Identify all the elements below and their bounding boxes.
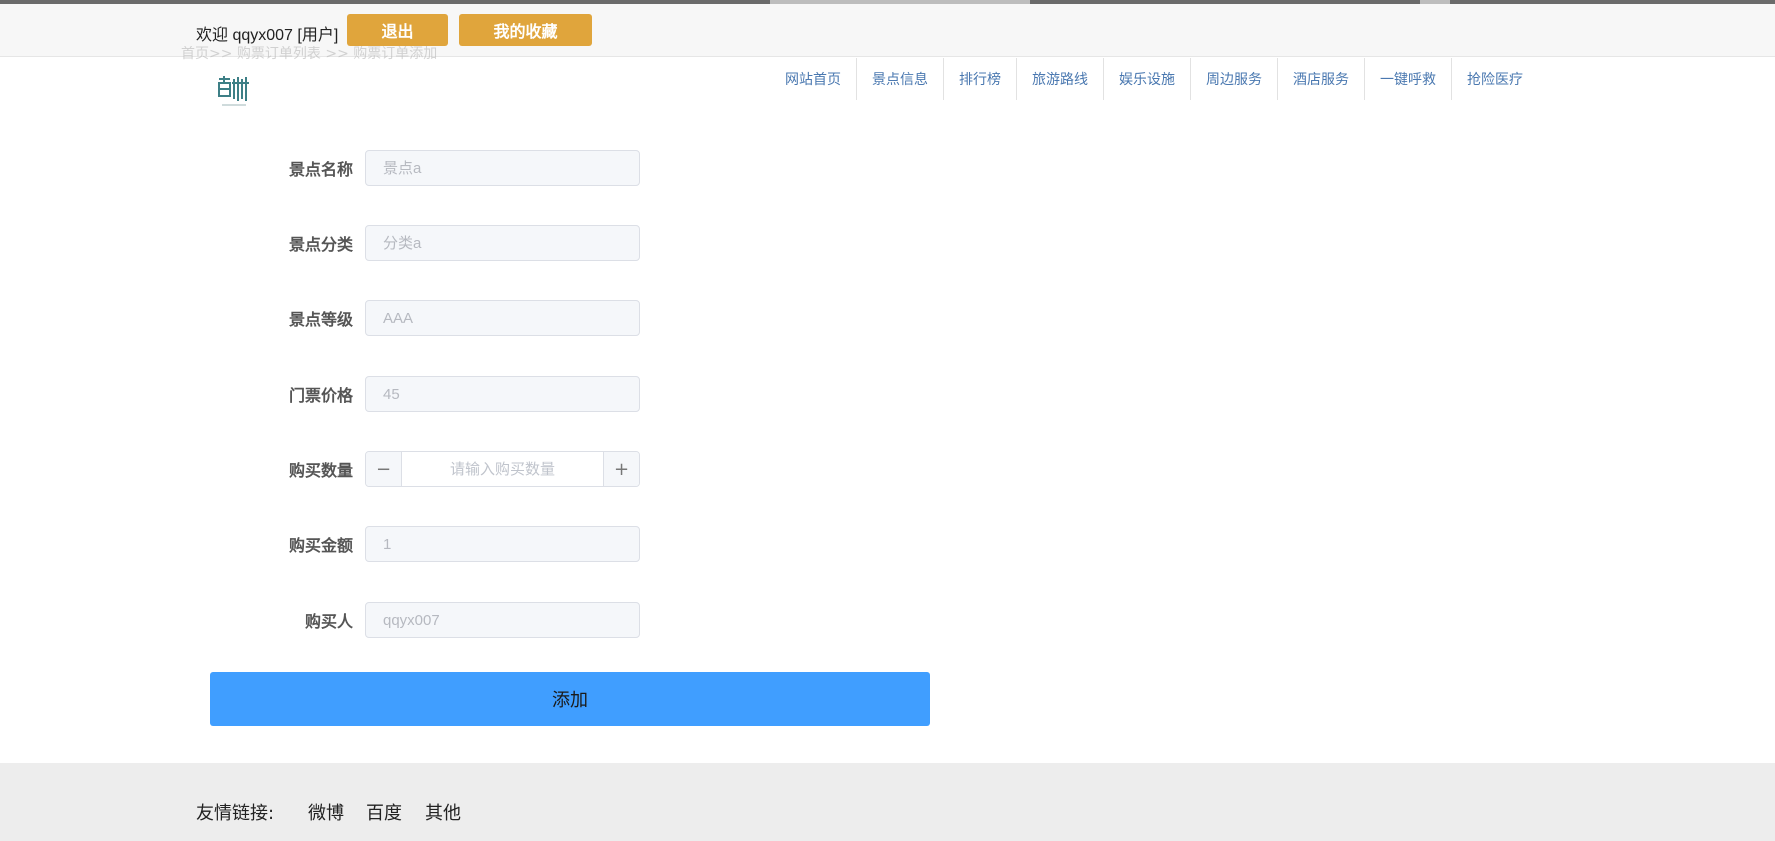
footer-link-weibo[interactable]: 微博 xyxy=(308,799,344,825)
attraction-level-input[interactable] xyxy=(365,300,640,336)
logo-icon[interactable] xyxy=(216,75,252,109)
logout-button[interactable]: 退出 xyxy=(347,14,448,46)
friend-links-label: 友情链接: xyxy=(196,803,275,824)
attraction-name-label: 景点名称 xyxy=(288,160,353,179)
buyer-label: 购买人 xyxy=(304,612,353,631)
form-row-buyer: 购买人 xyxy=(260,602,640,638)
amount-label: 购买金额 xyxy=(288,536,353,555)
quantity-label: 购买数量 xyxy=(288,461,353,480)
footer-link-baidu[interactable]: 百度 xyxy=(366,799,402,825)
amount-input[interactable] xyxy=(365,526,640,562)
increment-button[interactable]: + xyxy=(603,452,639,486)
buyer-input[interactable] xyxy=(365,602,640,638)
attraction-name-input[interactable] xyxy=(365,150,640,186)
form-row-attraction-level: 景点等级 xyxy=(260,300,640,336)
nav-item-entertainment[interactable]: 娱乐设施 xyxy=(1104,58,1191,100)
favorites-button[interactable]: 我的收藏 xyxy=(459,14,592,46)
nav-item-sos[interactable]: 一键呼救 xyxy=(1365,58,1452,100)
quantity-stepper: − + xyxy=(365,451,640,487)
attraction-category-input[interactable] xyxy=(365,225,640,261)
attraction-category-label: 景点分类 xyxy=(288,235,353,254)
footer: 友情链接: 微博 百度 其他 xyxy=(0,763,1775,841)
main-nav: 网站首页 景点信息 排行榜 旅游路线 娱乐设施 周边服务 酒店服务 一键呼救 抢… xyxy=(770,58,1538,100)
form-row-quantity: 购买数量 − + xyxy=(260,451,640,487)
quantity-input[interactable] xyxy=(402,452,603,486)
nav-item-hotels[interactable]: 酒店服务 xyxy=(1278,58,1365,100)
form-row-ticket-price: 门票价格 xyxy=(260,376,640,412)
ticket-price-input[interactable] xyxy=(365,376,640,412)
welcome-text: 欢迎 qqyx007 [用户] xyxy=(196,27,339,44)
nav-item-nearby[interactable]: 周边服务 xyxy=(1191,58,1278,100)
attraction-level-label: 景点等级 xyxy=(288,310,353,329)
form-row-attraction-category: 景点分类 xyxy=(260,225,640,261)
breadcrumb: 首页>> 购票订单列表 >> 购票订单添加 xyxy=(181,46,438,62)
nav-item-ranking[interactable]: 排行榜 xyxy=(944,58,1017,100)
nav-item-routes[interactable]: 旅游路线 xyxy=(1017,58,1104,100)
footer-link-other[interactable]: 其他 xyxy=(425,799,461,825)
ticket-price-label: 门票价格 xyxy=(288,386,353,405)
nav-item-rescue[interactable]: 抢险医疗 xyxy=(1452,58,1538,100)
nav-item-attractions[interactable]: 景点信息 xyxy=(857,58,944,100)
add-button[interactable]: 添加 xyxy=(210,672,930,726)
form-row-attraction-name: 景点名称 xyxy=(260,150,640,186)
decrement-button[interactable]: − xyxy=(366,452,402,486)
form-row-amount: 购买金额 xyxy=(260,526,640,562)
nav-item-home[interactable]: 网站首页 xyxy=(770,58,857,100)
